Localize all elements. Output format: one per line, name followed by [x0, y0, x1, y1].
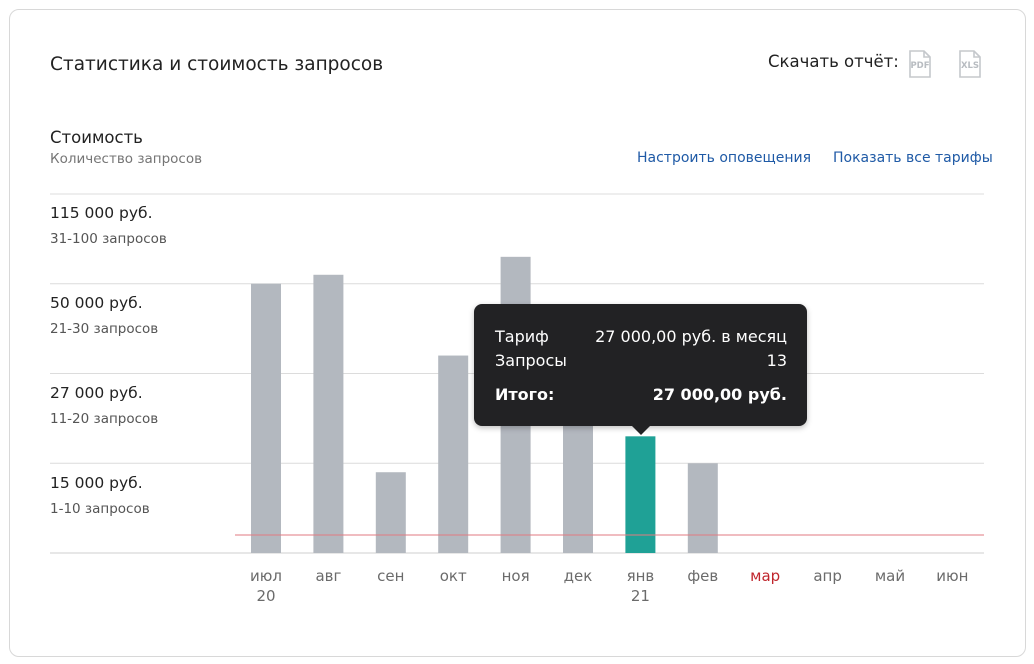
tooltip-tariff-label: Тариф: [495, 327, 549, 346]
x-tick-label: май: [875, 567, 905, 585]
bar: [251, 283, 281, 553]
x-tick-label: фев: [687, 567, 718, 585]
bar: [375, 472, 406, 553]
x-tick-label: сен: [377, 567, 404, 585]
x-tick-label: ноя: [502, 567, 530, 585]
x-tick-label: окт: [440, 567, 467, 585]
tooltip-total-value: 27 000,00 руб.: [652, 385, 787, 404]
x-tick-label: апр: [813, 567, 842, 585]
x-tick-label: авг: [315, 567, 341, 585]
tooltip-total-label: Итого:: [495, 385, 555, 404]
x-year-label: 20: [256, 587, 275, 605]
x-tick-label: дек: [564, 567, 593, 585]
tooltip-requests-value: 13: [766, 351, 787, 370]
x-tick-label: июн: [936, 567, 968, 585]
bar-tooltip: Тариф 27 000,00 руб. в месяц Запросы 13 …: [474, 304, 807, 435]
tooltip-arrow: [632, 426, 650, 435]
x-tick-label: мар: [750, 567, 780, 585]
x-tick-label: янв: [627, 567, 655, 585]
tooltip-tariff-value: 27 000,00 руб. в месяц: [595, 327, 787, 346]
x-tick-label: июл: [250, 567, 282, 585]
bar: [687, 463, 718, 553]
bar: [438, 355, 469, 553]
tooltip-requests-label: Запросы: [495, 351, 567, 370]
bar: [563, 418, 593, 553]
bar: [313, 274, 344, 553]
x-year-label: 21: [631, 587, 650, 605]
